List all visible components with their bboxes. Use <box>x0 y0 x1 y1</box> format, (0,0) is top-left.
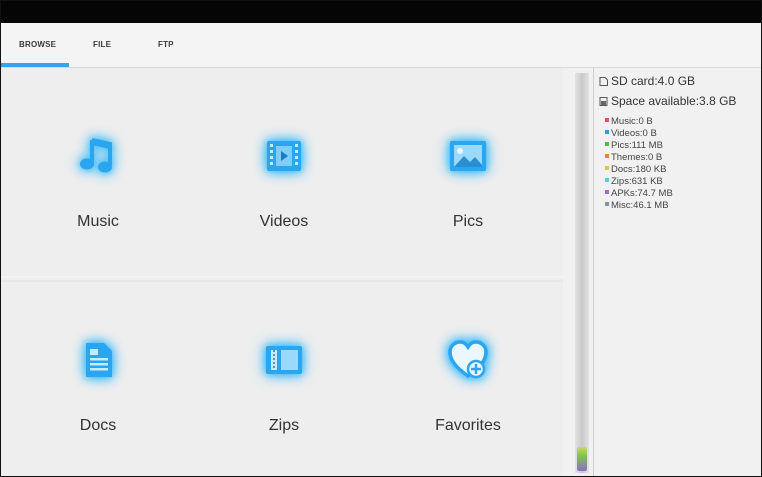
active-tab-indicator <box>1 63 69 67</box>
sd-card-line: SD card:4.0 GB <box>599 73 695 89</box>
breakdown-item: Music:0 B <box>605 116 653 127</box>
tab-bar: BROWSE FILE FTP <box>1 23 761 68</box>
music-tile[interactable]: Music <box>5 78 191 268</box>
breakdown-label: Misc:46.1 MB <box>611 200 669 211</box>
tab-file[interactable]: FILE <box>93 23 111 67</box>
videos-label: Videos <box>259 213 309 230</box>
picture-icon <box>450 141 486 171</box>
docs-color-swatch <box>605 166 609 170</box>
breakdown-item: Themes:0 B <box>605 152 662 163</box>
breakdown-item: APKs:74.7 MB <box>605 188 673 199</box>
space-available: Space available:3.8 GB <box>611 94 737 108</box>
panel-divider <box>593 68 594 476</box>
status-bar <box>1 1 761 23</box>
misc-color-swatch <box>605 202 609 206</box>
docs-tile[interactable]: Docs <box>5 282 191 472</box>
document-icon <box>86 343 112 377</box>
pics-tile[interactable]: Pics <box>375 78 561 268</box>
scrollbar[interactable] <box>575 73 589 473</box>
apks-color-swatch <box>605 190 609 194</box>
sd-card-size: SD card:4.0 GB <box>611 74 696 88</box>
storage-icon <box>599 97 608 106</box>
breakdown-label: Docs:180 KB <box>611 164 667 175</box>
scroll-thumb[interactable] <box>577 447 587 471</box>
breakdown-label: APKs:74.7 MB <box>611 188 673 199</box>
themes-color-swatch <box>605 154 609 158</box>
zips-tile[interactable]: Zips <box>191 282 377 472</box>
breakdown-item: Docs:180 KB <box>605 164 666 175</box>
storage-info-panel: SD card:4.0 GB Space available:3.8 GB Mu… <box>599 73 761 273</box>
zip-archive-icon <box>266 346 302 374</box>
video-film-icon <box>267 141 301 171</box>
breakdown-label: Themes:0 B <box>611 152 663 163</box>
category-grid: Music Videos Pics Docs Zips Favorites <box>1 68 563 476</box>
breakdown-item: Videos:0 B <box>605 128 657 139</box>
breakdown-label: Videos:0 B <box>611 128 657 139</box>
favorites-tile[interactable]: Favorites <box>375 282 561 472</box>
videos-tile[interactable]: Videos <box>191 78 377 268</box>
space-available-line: Space available:3.8 GB <box>599 93 736 109</box>
breakdown-label: Pics:111 MB <box>611 140 663 151</box>
breakdown-item: Misc:46.1 MB <box>605 200 669 211</box>
music-label: Music <box>77 213 119 230</box>
breakdown-label: Music:0 B <box>611 116 653 127</box>
pics-color-swatch <box>605 142 609 146</box>
breakdown-label: Zips:631 KB <box>611 176 663 187</box>
music-color-swatch <box>605 118 609 122</box>
docs-label: Docs <box>79 417 117 434</box>
favorites-label: Favorites <box>435 417 501 434</box>
breakdown-item: Pics:111 MB <box>605 140 663 151</box>
breakdown-item: Zips:631 KB <box>605 176 663 187</box>
videos-color-swatch <box>605 130 609 134</box>
file-manager-window: BROWSE FILE FTP Music Videos Pics Docs Z… <box>0 0 762 477</box>
tab-ftp[interactable]: FTP <box>158 23 174 67</box>
music-icon <box>80 138 112 173</box>
heart-add-icon <box>448 340 488 379</box>
sd-card-icon <box>599 77 608 86</box>
zips-color-swatch <box>605 178 609 182</box>
pics-label: Pics <box>452 213 484 230</box>
tab-browse[interactable]: BROWSE <box>19 23 56 67</box>
zips-label: Zips <box>268 417 300 434</box>
